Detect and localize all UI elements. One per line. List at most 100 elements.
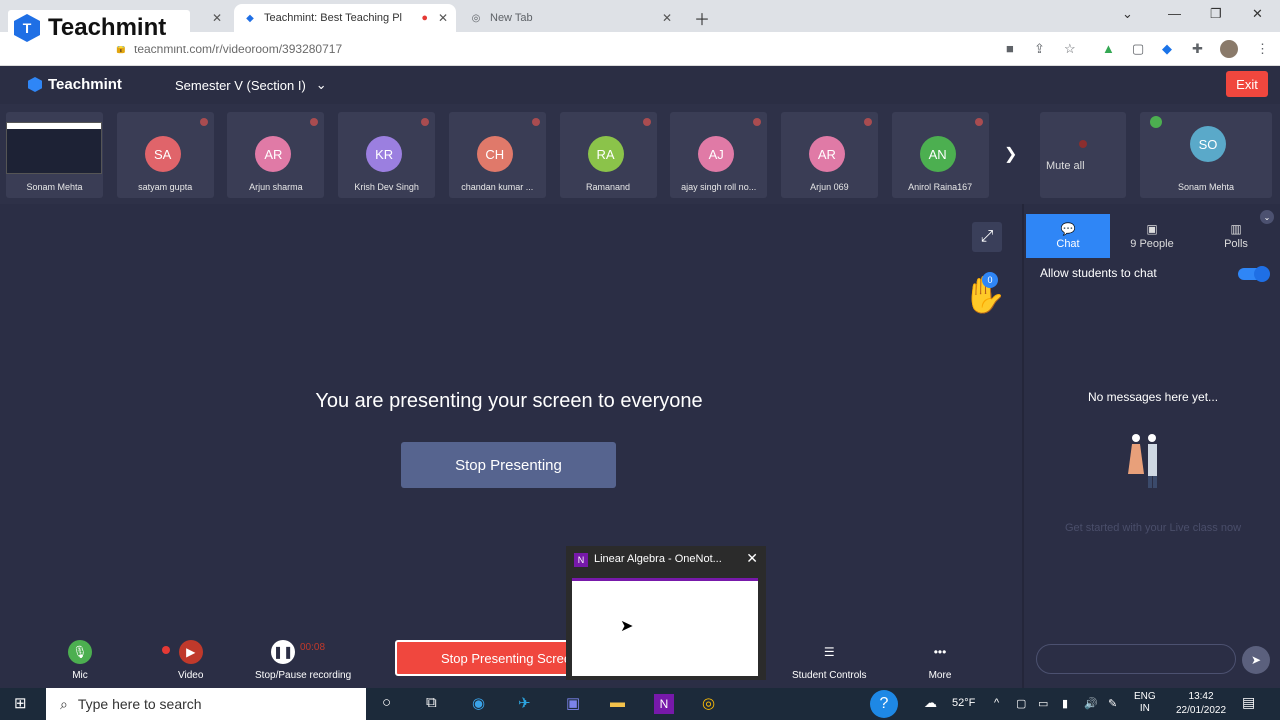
avatar: AN [919, 136, 956, 172]
pen-icon[interactable]: ✎ [1108, 697, 1117, 710]
edge-icon[interactable]: ◉ [472, 694, 485, 712]
extension-diamond-icon[interactable]: ◆ [1162, 41, 1172, 57]
avatar: AJ [698, 136, 735, 172]
weather-icon[interactable]: ☁ [924, 695, 937, 711]
participant-tile[interactable]: AN Anirol Raina167 [891, 112, 989, 198]
puzzle-icon[interactable]: ✚ [1192, 41, 1203, 57]
mic-off-icon [642, 118, 651, 126]
mic-on-icon [1150, 116, 1162, 128]
mic-button[interactable]: 🎙 Mic [68, 640, 92, 681]
record-label: Stop/Pause recording [255, 670, 352, 681]
maximize-button[interactable]: ❐ [1210, 6, 1222, 22]
taskbar-search[interactable]: ⌕ Type here to search [46, 688, 366, 720]
participant-tile[interactable]: Sonam Mehta [6, 112, 103, 198]
profile-avatar[interactable] [1220, 40, 1238, 58]
participant-tile[interactable]: RA Ramanand [559, 112, 657, 198]
avatar: KR [366, 136, 403, 172]
people-icon: ▣ [1146, 222, 1158, 236]
video-button[interactable]: ▶ Video [178, 640, 203, 681]
new-tab-button[interactable]: ＋ [694, 6, 710, 30]
avatar: RA [587, 136, 624, 172]
usb-icon[interactable]: ▭ [1038, 697, 1048, 710]
menu-icon[interactable]: ⋮ [1256, 41, 1269, 57]
cortana-icon[interactable]: ○ [382, 694, 391, 711]
participant-tile[interactable]: AJ ajay singh roll no... [670, 112, 768, 198]
participant-tile[interactable]: SA satyam gupta [116, 112, 214, 198]
send-button[interactable]: ➤ [1242, 646, 1270, 674]
send-icon: ➤ [1250, 653, 1262, 667]
collapse-icon[interactable]: ⌄ [1260, 210, 1274, 224]
mic-off-icon [199, 118, 208, 126]
chat-input[interactable] [1036, 644, 1236, 674]
browser-tab-bar: ✕ ◆ Teachmint: Best Teaching Pl ● ✕ ◎ Ne… [0, 0, 1280, 32]
extension-icon[interactable]: ▢ [1132, 41, 1144, 57]
close-window-button[interactable]: ✕ [1252, 6, 1263, 22]
chrome-taskbar-icon[interactable]: ◎ [702, 694, 715, 712]
search-icon: ⌕ [60, 695, 68, 712]
host-tile[interactable]: SO Sonam Mehta [1140, 112, 1272, 198]
side-panel: 💬 Chat ▣ 9 People ▥ Polls ⌄ Allow studen… [1022, 204, 1280, 688]
task-view-icon[interactable]: ⧉ [426, 694, 437, 711]
participant-tile[interactable]: AR Arjun sharma [227, 112, 325, 198]
participant-name: Sonam Mehta [1177, 182, 1235, 192]
hand-count-badge: 0 [982, 272, 998, 288]
close-icon[interactable]: ✕ [746, 550, 758, 567]
camera-icon[interactable]: ■ [1006, 41, 1014, 56]
notification-icon[interactable]: ▤ [1242, 694, 1255, 711]
close-icon[interactable]: ✕ [662, 11, 672, 25]
participant-name: satyam gupta [138, 182, 193, 192]
star-icon[interactable]: ☆ [1064, 41, 1076, 57]
close-icon[interactable]: ✕ [438, 11, 448, 25]
teams-icon[interactable]: ▣ [566, 694, 580, 712]
battery-icon[interactable]: ▮ [1062, 697, 1068, 710]
system-clock[interactable]: 13:42 22/01/2022 [1176, 688, 1226, 718]
onenote-preview[interactable]: N Linear Algebra - OneNot... ✕ [566, 546, 766, 680]
polls-icon: ▥ [1230, 222, 1242, 236]
onenote-taskbar-icon[interactable]: N [654, 694, 674, 714]
close-icon[interactable]: ✕ [212, 11, 222, 25]
tab-search-icon[interactable]: ⌄ [1122, 6, 1133, 22]
mute-all-tile[interactable] [1040, 112, 1126, 198]
help-icon[interactable]: ? [870, 690, 898, 718]
windows-start-icon[interactable]: ⊞ [14, 694, 27, 712]
chrome-icon: ◎ [471, 12, 481, 24]
app-logo[interactable]: Teachmint [28, 76, 122, 93]
tab-people[interactable]: ▣ 9 People [1110, 214, 1194, 258]
avatar: AR [255, 136, 292, 172]
class-selector[interactable]: Semester V (Section I) ⌄ [175, 77, 327, 93]
stop-presenting-screen-button[interactable]: Stop Presenting Screen [395, 640, 573, 676]
telegram-icon[interactable]: ✈ [518, 694, 531, 712]
exit-button[interactable]: Exit [1226, 71, 1268, 97]
region-code: IN [1139, 703, 1150, 714]
tab-title: Teachmint: Best Teaching Pl [264, 12, 402, 24]
volume-icon[interactable]: 🔊 [1084, 697, 1098, 710]
weather-temp[interactable]: 52°F [952, 697, 975, 709]
expand-icon[interactable]: ⤢ [972, 222, 1002, 252]
stop-presenting-button[interactable]: Stop Presenting [401, 442, 616, 488]
drive-icon[interactable]: ▲ [1102, 41, 1115, 56]
file-explorer-icon[interactable]: ▬ [610, 694, 625, 711]
chat-icon: 💬 [1060, 222, 1076, 236]
onedrive-icon[interactable]: ▢ [1016, 697, 1026, 710]
participant-tile[interactable]: AR Arjun 069 [780, 112, 878, 198]
side-tabs: 💬 Chat ▣ 9 People ▥ Polls [1026, 214, 1278, 258]
chevron-right-icon[interactable]: ❯ [1004, 144, 1017, 164]
participant-tile[interactable]: KR Krish Dev Singh [338, 112, 436, 198]
watermark-logo-text: Teachmint [48, 14, 167, 41]
participant-name: Anirol Raina167 [908, 182, 973, 192]
tab-chat[interactable]: 💬 Chat [1026, 214, 1110, 258]
browser-tab-newtab[interactable]: ◎ New Tab ✕ [460, 4, 680, 32]
participant-tile[interactable]: CH chandan kumar ... [448, 112, 546, 198]
clock-time: 13:42 [1188, 691, 1214, 702]
language-indicator[interactable]: ENG IN [1134, 691, 1156, 715]
allow-chat-toggle[interactable] [1238, 266, 1270, 282]
browser-tab-teachmint[interactable]: ◆ Teachmint: Best Teaching Pl ● ✕ [234, 4, 456, 32]
chevron-up-icon[interactable]: ^ [994, 697, 999, 709]
recording-timer: 00:08 [300, 642, 326, 653]
more-button[interactable]: ••• More [928, 640, 952, 681]
thumbnail-bar [7, 123, 101, 129]
minimize-button[interactable]: — [1168, 6, 1181, 21]
student-controls-button[interactable]: ☰ Student Controls [792, 640, 867, 681]
share-icon[interactable]: ⇪ [1034, 41, 1045, 57]
windows-taskbar: ⊞ ⌕ Type here to search ○ ⧉ ◉ ✈ ▣ ▬ N ◎ … [0, 688, 1280, 720]
